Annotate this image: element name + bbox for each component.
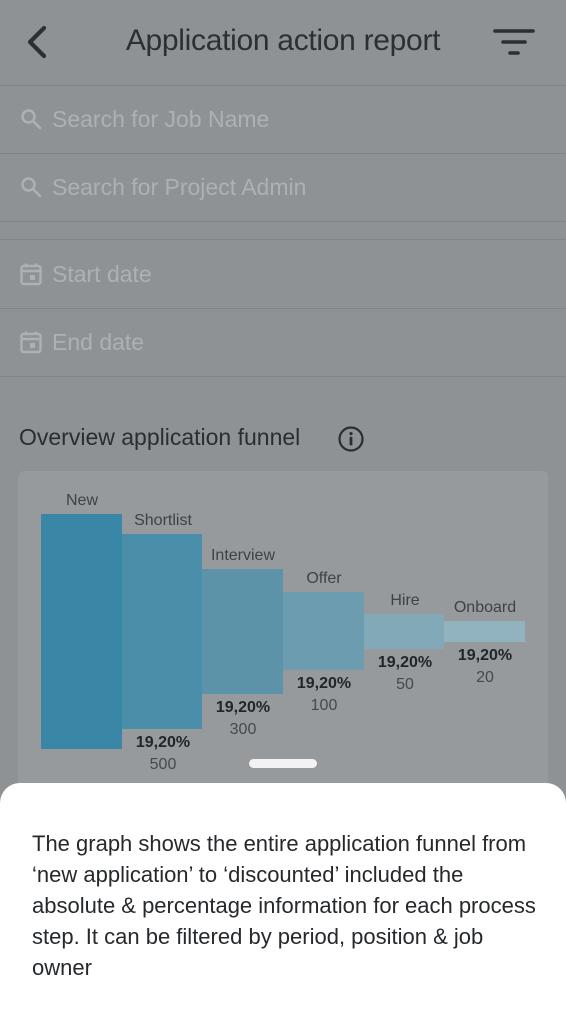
bottom-sheet: The graph shows the entire application f… [0, 783, 566, 1017]
funnel-bar-hire[interactable] [364, 614, 444, 649]
funnel-stage-label: Hire [390, 592, 420, 609]
funnel-bar-interview[interactable] [202, 569, 283, 694]
funnel-stage-count: 50 [396, 676, 414, 693]
funnel-stage-label: Onboard [453, 599, 517, 616]
funnel-stage-count: 300 [229, 721, 257, 738]
funnel-stage-count: 100 [310, 697, 338, 714]
funnel-stage-percent: 19,20% [457, 647, 513, 664]
funnel-stage-label: Shortlist [134, 512, 192, 529]
funnel-bar-shortlist[interactable] [122, 534, 202, 729]
funnel-stage-count: 20 [476, 669, 494, 686]
funnel-bar-offer[interactable] [283, 592, 364, 670]
funnel-bar-new[interactable] [41, 514, 122, 749]
report-screen: Application action report Search for Job… [0, 0, 566, 1017]
sheet-drag-handle[interactable] [249, 759, 317, 768]
funnel-stage-percent: 19,20% [377, 654, 433, 671]
funnel-stage-label: Interview [210, 547, 276, 564]
funnel-description: The graph shows the entire application f… [32, 831, 536, 980]
funnel-stage-percent: 19,20% [296, 675, 352, 692]
funnel-bar-onboard[interactable] [444, 621, 525, 642]
funnel-stage-count: 500 [149, 756, 177, 773]
funnel-stage-percent: 19,20% [215, 699, 271, 716]
funnel-stage-label: Offer [306, 570, 342, 587]
funnel-stage-percent: 19,20% [135, 734, 191, 751]
funnel-chart: New Shortlist 19,20% 500 Interview 19,20% 300 O… [0, 0, 566, 800]
funnel-stage-label: New [65, 492, 98, 509]
